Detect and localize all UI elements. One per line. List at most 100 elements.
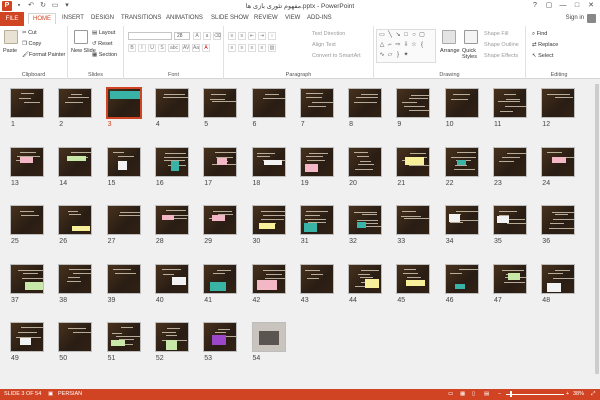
- oval-icon[interactable]: ○: [411, 32, 417, 38]
- convert-smartart-button[interactable]: Convert to SmartArt: [312, 53, 361, 59]
- italic-button[interactable]: I: [138, 44, 146, 52]
- language-indicator[interactable]: PERSIAN: [58, 391, 82, 397]
- copy-button[interactable]: ❐ Copy: [22, 41, 41, 47]
- parallelogram-icon[interactable]: ▱: [387, 52, 393, 58]
- slide-thumbnail[interactable]: [493, 146, 527, 177]
- slide-thumbnail[interactable]: [299, 88, 334, 118]
- find-button[interactable]: ⌕ Find: [532, 31, 547, 38]
- slide-thumbnail[interactable]: [348, 205, 383, 235]
- slide-counter[interactable]: SLIDE 3 OF 54: [4, 391, 41, 397]
- slide-thumbnail[interactable]: [10, 322, 44, 352]
- avatar[interactable]: [587, 14, 596, 23]
- arrange-icon[interactable]: [442, 30, 456, 44]
- ribbon-display-options-button[interactable]: ▢: [542, 0, 556, 11]
- normal-view-icon[interactable]: ▭: [448, 391, 453, 397]
- tab-file[interactable]: FILE: [0, 12, 24, 26]
- down-arrow-icon[interactable]: ⇩: [403, 42, 409, 48]
- slide-thumbnail[interactable]: [154, 205, 189, 235]
- shape-effects-button[interactable]: Shape Effects: [484, 53, 518, 59]
- increase-indent-button[interactable]: ⇥: [258, 32, 266, 40]
- bold-button[interactable]: B: [128, 44, 136, 52]
- sign-in-link[interactable]: Sign in: [566, 15, 584, 21]
- shrink-font-button[interactable]: a: [203, 32, 211, 40]
- right-arrow-icon[interactable]: ⇨: [395, 42, 401, 48]
- clear-formatting-button[interactable]: ⌫: [213, 32, 221, 40]
- slide-thumbnail[interactable]: [348, 146, 383, 177]
- line-icon[interactable]: ╲: [387, 32, 393, 38]
- slide-thumbnail[interactable]: [203, 205, 238, 235]
- quick-styles-icon[interactable]: [464, 30, 478, 44]
- slide-thumbnail[interactable]: [541, 205, 576, 235]
- slide-show-view-icon[interactable]: ▤: [484, 391, 489, 397]
- underline-button[interactable]: U: [148, 44, 156, 52]
- curve-icon[interactable]: ∿: [379, 52, 385, 58]
- slide-thumbnail[interactable]: [106, 322, 141, 352]
- slide-thumbnail[interactable]: [106, 146, 141, 177]
- cut-button[interactable]: ✂ Cut: [22, 30, 37, 36]
- quick-styles-button[interactable]: Quick Styles: [462, 48, 484, 60]
- section-button[interactable]: ▦ Section: [92, 52, 117, 58]
- vertical-scrollbar[interactable]: [594, 80, 600, 389]
- slide-thumbnail[interactable]: [10, 88, 44, 118]
- font-size-box[interactable]: 28: [174, 32, 190, 40]
- close-button[interactable]: ✕: [584, 0, 598, 11]
- tab-view[interactable]: VIEW: [285, 15, 300, 21]
- slide-thumbnail[interactable]: [251, 322, 286, 352]
- line-spacing-button[interactable]: ↕: [268, 32, 276, 40]
- zoom-slider[interactable]: [506, 394, 564, 395]
- zoom-out-button[interactable]: −: [498, 391, 501, 397]
- char-spacing-button[interactable]: AV: [182, 44, 190, 52]
- slide-thumbnail[interactable]: [396, 88, 431, 118]
- brace-icon[interactable]: {: [419, 42, 425, 48]
- slide-thumbnail[interactable]: [251, 88, 286, 118]
- slide-thumbnail[interactable]: [348, 263, 383, 294]
- minimize-button[interactable]: —: [556, 0, 570, 11]
- font-color-button[interactable]: A: [202, 44, 210, 52]
- slide-thumbnail[interactable]: [251, 205, 286, 235]
- slide-thumbnail[interactable]: [154, 322, 189, 352]
- slide-thumbnail[interactable]: [541, 146, 576, 177]
- slide-thumbnail[interactable]: [444, 88, 479, 118]
- slide-thumbnail[interactable]: [203, 146, 238, 177]
- slide-thumbnail[interactable]: [251, 263, 286, 294]
- tab-home[interactable]: HOME: [28, 13, 56, 24]
- align-left-button[interactable]: ≡: [228, 44, 236, 52]
- slide-thumbnail[interactable]: [251, 146, 286, 177]
- font-name-box[interactable]: [128, 32, 172, 40]
- slide-thumbnail[interactable]: [10, 263, 44, 294]
- paste-button[interactable]: Paste: [3, 48, 17, 54]
- tab-design[interactable]: DESIGN: [91, 15, 114, 21]
- reading-view-icon[interactable]: ▯: [472, 391, 475, 397]
- shape-fill-button[interactable]: Shape Fill: [484, 31, 508, 37]
- zoom-level[interactable]: 38%: [573, 391, 584, 397]
- slide-thumbnail[interactable]: [154, 263, 189, 294]
- arrange-button[interactable]: Arrange: [440, 48, 460, 54]
- slide-thumbnail[interactable]: [106, 205, 141, 235]
- slide-thumbnail[interactable]: [58, 205, 93, 235]
- triangle-icon[interactable]: △: [379, 42, 385, 48]
- shadow-button[interactable]: S: [158, 44, 166, 52]
- slide-thumbnail[interactable]: [154, 88, 189, 118]
- slide-thumbnail[interactable]: [396, 205, 431, 235]
- replace-button[interactable]: ⇄ Replace: [532, 42, 558, 48]
- decrease-indent-button[interactable]: ⇤: [248, 32, 256, 40]
- slide-thumbnail[interactable]: [58, 146, 93, 177]
- brace-close-icon[interactable]: }: [395, 52, 401, 58]
- slide-thumbnail[interactable]: [348, 88, 383, 118]
- shape-outline-button[interactable]: Shape Outline: [484, 42, 519, 48]
- select-button[interactable]: ↖ Select: [532, 53, 553, 59]
- paste-icon[interactable]: [4, 30, 18, 44]
- shapes-gallery[interactable]: ▭ ╲ ↘ □ ○ ▢ △ ⌐ ⇨ ⇩ ☆ { ∿ ▱ } ✦: [376, 29, 436, 63]
- reset-button[interactable]: ↺ Reset: [92, 41, 113, 47]
- slide-thumbnail[interactable]: [106, 263, 141, 294]
- align-center-button[interactable]: ≡: [238, 44, 246, 52]
- slide-thumbnail[interactable]: [444, 205, 479, 235]
- slide-thumbnail[interactable]: [493, 88, 527, 118]
- tab-insert[interactable]: INSERT: [62, 15, 84, 21]
- slide-thumbnail[interactable]: [10, 146, 44, 177]
- grow-font-button[interactable]: A: [193, 32, 201, 40]
- slide-sorter-view-icon[interactable]: ▦: [460, 391, 465, 397]
- help-button[interactable]: ?: [528, 0, 542, 11]
- elbow-connector-icon[interactable]: ⌐: [387, 42, 393, 48]
- change-case-button[interactable]: Aa: [192, 44, 200, 52]
